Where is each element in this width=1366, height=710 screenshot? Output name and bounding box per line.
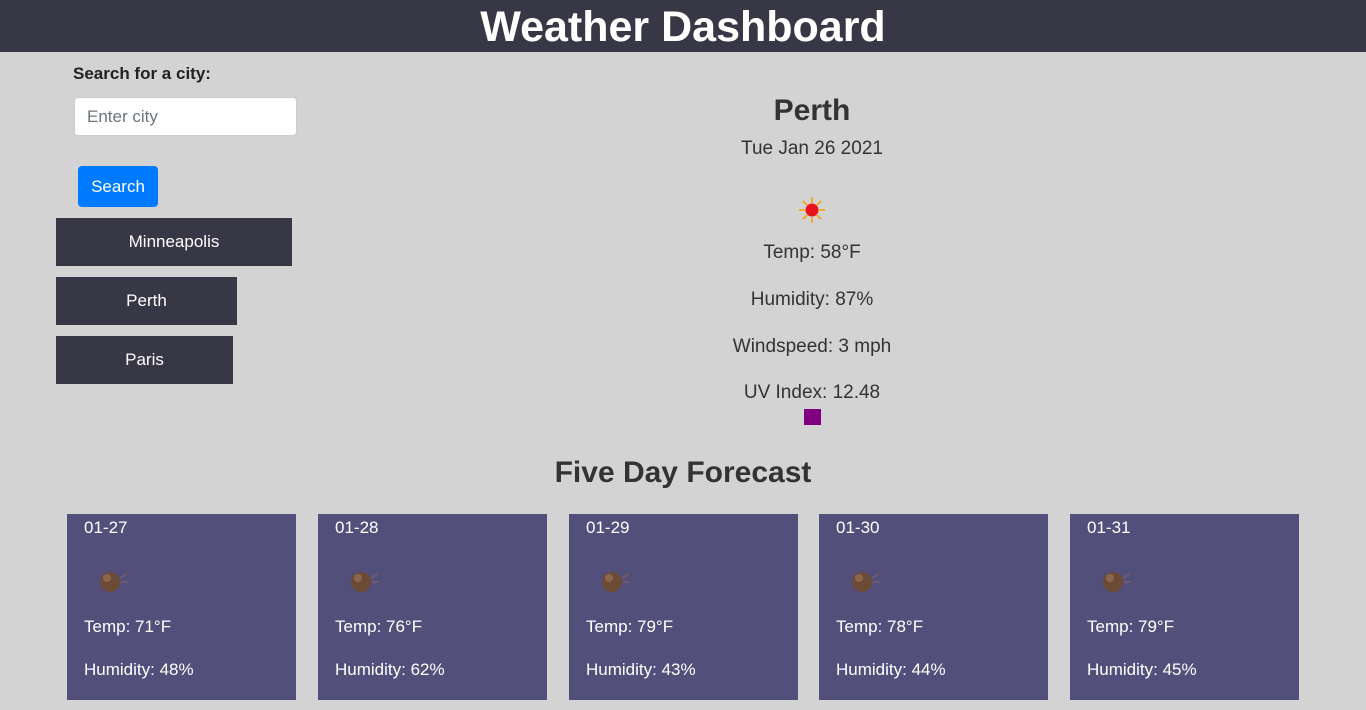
forecast-date: 01-27 — [84, 518, 128, 537]
forecast-card: 01-28 Temp: 76°F Humidity: 62% — [318, 514, 547, 700]
current-date: Tue Jan 26 2021 — [741, 138, 883, 159]
forecast-date: 01-29 — [586, 518, 630, 537]
forecast-date: 01-31 — [1087, 518, 1131, 537]
current-humidity: Humidity: 87% — [750, 289, 874, 310]
weather-icon — [351, 572, 379, 592]
forecast-humidity: Humidity: 43% — [586, 660, 696, 679]
current-weather: Perth Tue Jan 26 2021 Temp: 58°F Humidit… — [612, 90, 1012, 403]
forecast-temp: Temp: 71°F — [84, 617, 172, 636]
forecast-humidity: Humidity: 48% — [84, 660, 194, 679]
current-temp: Temp: 58°F — [763, 242, 861, 263]
weather-icon — [100, 572, 128, 592]
history-city-perth[interactable]: Perth — [56, 277, 237, 325]
forecast-temp: Temp: 78°F — [836, 617, 924, 636]
history-city-paris[interactable]: Paris — [56, 336, 233, 384]
weather-icon — [852, 572, 880, 592]
weather-icon — [602, 572, 630, 592]
forecast-humidity: Humidity: 44% — [836, 660, 946, 679]
page-header: Weather Dashboard — [0, 0, 1366, 52]
forecast-humidity: Humidity: 62% — [335, 660, 445, 679]
forecast-card: 01-31 Temp: 79°F Humidity: 45% — [1070, 514, 1299, 700]
city-search-input[interactable] — [74, 97, 297, 136]
forecast-temp: Temp: 79°F — [1087, 617, 1175, 636]
forecast-card: 01-29 Temp: 79°F Humidity: 43% — [569, 514, 798, 700]
current-uv-index: UV Index: 12.48 — [743, 382, 881, 403]
weather-icon — [1103, 572, 1131, 592]
forecast-date: 01-30 — [836, 518, 880, 537]
forecast-date: 01-28 — [335, 518, 379, 537]
search-label: Search for a city: — [73, 64, 211, 83]
uv-index-color-badge — [804, 409, 821, 425]
history-city-minneapolis[interactable]: Minneapolis — [56, 218, 292, 266]
page-title: Weather Dashboard — [480, 3, 886, 51]
current-city-name: Perth — [773, 94, 851, 127]
forecast-temp: Temp: 79°F — [586, 617, 674, 636]
forecast-temp: Temp: 76°F — [335, 617, 423, 636]
forecast-card: 01-30 Temp: 78°F Humidity: 44% — [819, 514, 1048, 700]
search-button[interactable]: Search — [78, 166, 158, 207]
forecast-humidity: Humidity: 45% — [1087, 660, 1197, 679]
sun-icon — [799, 197, 825, 223]
forecast-title: Five Day Forecast — [554, 456, 812, 489]
forecast-card: 01-27 Temp: 71°F Humidity: 48% — [67, 514, 296, 700]
current-windspeed: Windspeed: 3 mph — [732, 336, 892, 357]
